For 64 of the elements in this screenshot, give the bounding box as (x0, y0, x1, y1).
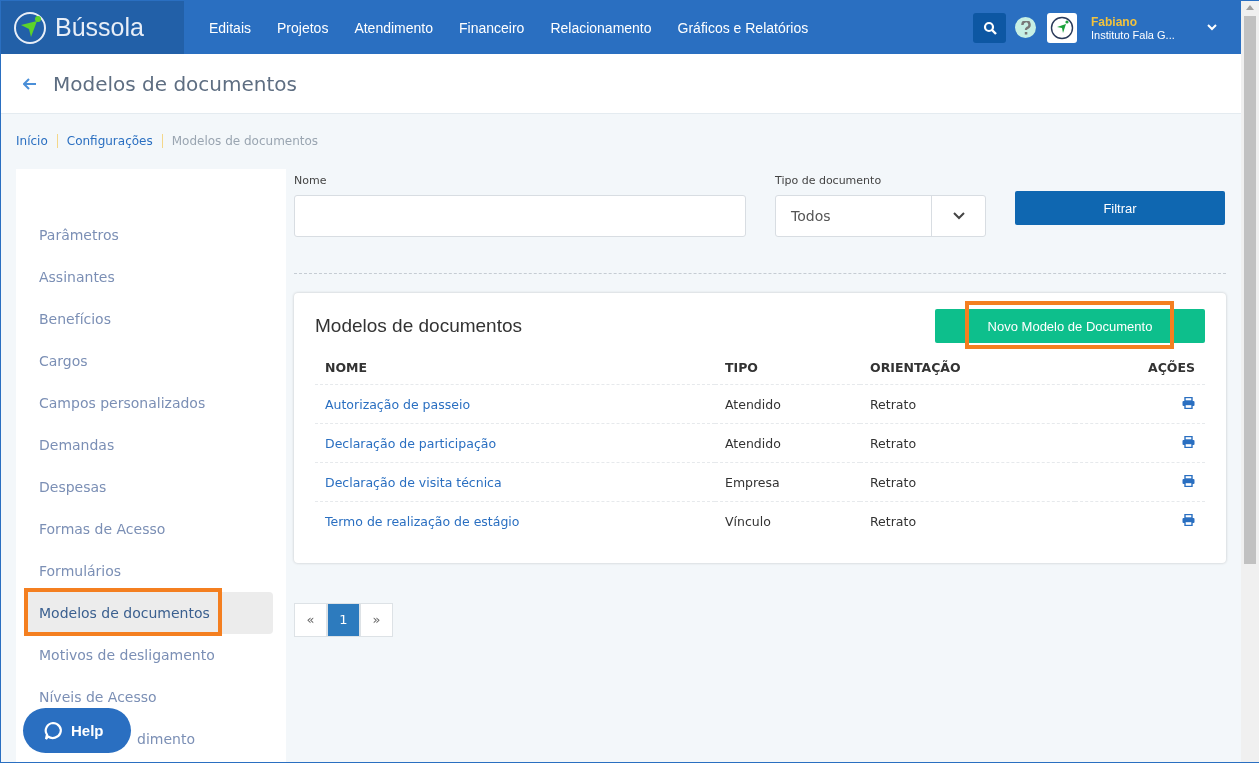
document-type-select[interactable]: Todos (775, 195, 986, 237)
document-link[interactable]: Declaração de participação (325, 435, 497, 451)
speech-bubble-icon (43, 720, 63, 741)
user-organization: Instituto Fala G... (1091, 28, 1176, 41)
nav-link[interactable]: Relacionamento (539, 19, 663, 36)
sidebar-item[interactable]: Níveis de Acesso (39, 687, 157, 707)
back-arrow-icon[interactable] (23, 77, 37, 90)
sidebar-item[interactable]: Formas de Acesso (39, 519, 166, 539)
field-label: Tipo de documento (775, 174, 883, 187)
previous-page-link[interactable]: « (294, 602, 327, 637)
name-field[interactable] (294, 195, 746, 237)
table-cell: Retrato (860, 501, 1075, 541)
next-page-link[interactable]: » (360, 602, 393, 637)
document-link[interactable]: Termo de realização de estágio (325, 513, 520, 529)
sidebar-item[interactable]: Cargos (39, 351, 88, 371)
table-cell: Atendido (715, 423, 860, 463)
sidebar-item[interactable]: Campos personalizados (39, 393, 206, 413)
field-label: Nome (294, 174, 328, 187)
chevron-down-icon (952, 212, 965, 220)
print-icon[interactable] (1182, 435, 1195, 448)
nav-link[interactable]: Projetos (266, 19, 340, 36)
column-header: ORIENTAÇÃO (860, 351, 1075, 385)
table-cell: Retrato (860, 384, 1075, 424)
nav-link[interactable]: Atendimento (343, 19, 444, 36)
document-link[interactable]: Autorização de passeio (325, 396, 471, 412)
breadcrumb-link[interactable]: Configurações (56, 134, 162, 148)
table-cell: Empresa (715, 462, 860, 502)
chevron-down-icon[interactable] (1207, 24, 1217, 31)
search-button[interactable] (973, 12, 1006, 43)
search-icon (982, 20, 997, 35)
sidebar-item[interactable]: Benefícios (39, 309, 111, 329)
table-cell: Retrato (860, 423, 1075, 463)
sidebar-item[interactable]: Formulários (39, 561, 122, 581)
sidebar-item[interactable]: Parâmetros (39, 225, 119, 245)
organization-avatar[interactable] (1047, 12, 1077, 43)
print-icon[interactable] (1182, 474, 1195, 487)
print-icon[interactable] (1182, 513, 1195, 526)
nav-link[interactable]: Financeiro (448, 19, 536, 36)
help-icon[interactable] (1015, 17, 1036, 38)
sidebar-item[interactable]: Demandas (39, 435, 115, 455)
nav-link[interactable]: Editais (198, 19, 263, 36)
sidebar-item[interactable]: Assinantes (39, 267, 115, 287)
column-header: TIPO (715, 351, 860, 385)
scrollbar[interactable] (1241, 1, 1259, 762)
sidebar-item[interactable]: Motivos de desligamento (39, 645, 215, 665)
table-cell: Vínculo (715, 501, 860, 541)
print-icon[interactable] (1182, 396, 1195, 409)
table-cell: Atendido (715, 384, 860, 424)
card-title: Modelos de documentos (315, 315, 522, 337)
compass-logo-icon (13, 10, 47, 45)
page-title: Modelos de documentos (53, 71, 297, 96)
column-header: AÇÕES (1074, 351, 1205, 385)
help-button[interactable]: Help (23, 708, 131, 753)
filter-button[interactable]: Filtrar (1015, 191, 1225, 225)
document-link[interactable]: Declaração de visita técnica (325, 474, 502, 490)
column-header: NOME (315, 351, 715, 385)
brand-name: Bússola (55, 13, 144, 42)
table-cell: Retrato (860, 462, 1075, 502)
sidebar-item[interactable]: Despesas (39, 477, 107, 497)
nav-link[interactable]: Gráficos e Relatórios (666, 19, 820, 36)
sidebar-item[interactable]: dimento (137, 729, 195, 749)
page-link[interactable]: 1 (327, 602, 360, 637)
user-name: Fabiano (1091, 14, 1138, 29)
breadcrumb-link[interactable]: Início (16, 134, 57, 148)
